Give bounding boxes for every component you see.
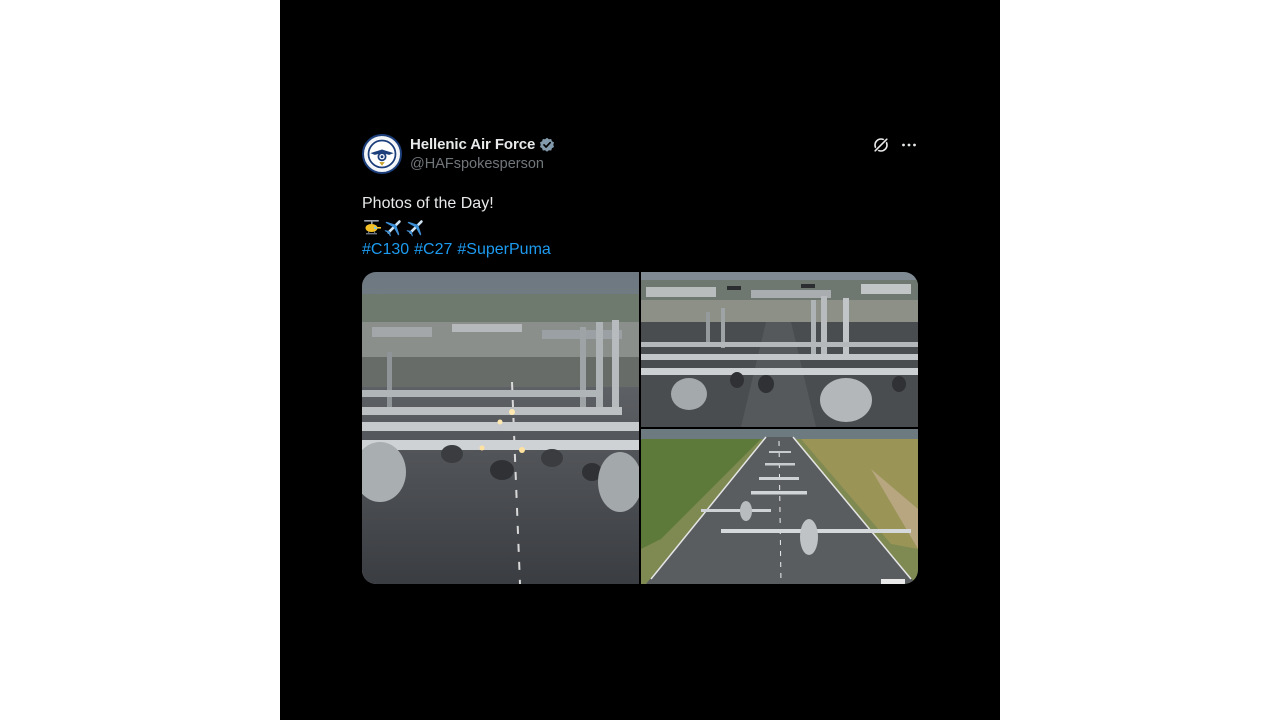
- hashtag-c27[interactable]: #C27: [414, 238, 452, 261]
- tweet-actions: [872, 136, 918, 154]
- video-frame: Hellenic Air Force @HAFspokesperson Phot…: [280, 0, 1000, 720]
- author-names: Hellenic Air Force @HAFspokesperson: [410, 136, 555, 172]
- photo-c130-elephant-walk-closeup-icon[interactable]: [362, 272, 639, 584]
- media-grid: [362, 272, 918, 584]
- display-name[interactable]: Hellenic Air Force: [410, 136, 535, 153]
- hashtag-c130[interactable]: #C130: [362, 238, 409, 261]
- emoji-row: [362, 215, 918, 238]
- hellenic-air-force-emblem-icon: [366, 138, 398, 170]
- tweet-body-line: Photos of the Day!: [362, 195, 494, 212]
- display-name-row: Hellenic Air Force: [410, 136, 555, 153]
- helicopter-emoji-icon: [362, 217, 382, 237]
- hashtag-superpuma[interactable]: #SuperPuma: [457, 238, 550, 261]
- photo-c130-lineup-runway-icon[interactable]: [641, 272, 918, 427]
- tweet-text: Photos of the Day! #C130 #C27 #SuperPuma: [362, 192, 918, 261]
- grok-icon[interactable]: [872, 136, 890, 154]
- photo-aerial-runway-lineup-icon[interactable]: [641, 429, 918, 584]
- airplane-emoji-icon: [384, 217, 404, 237]
- tweet-card: Hellenic Air Force @HAFspokesperson Phot…: [362, 134, 918, 584]
- verified-badge-icon[interactable]: [539, 137, 555, 153]
- hashtag-row: #C130 #C27 #SuperPuma: [362, 238, 918, 261]
- avatar[interactable]: [362, 134, 402, 174]
- author-handle[interactable]: @HAFspokesperson: [410, 156, 555, 172]
- tweet-header: Hellenic Air Force @HAFspokesperson: [362, 134, 918, 178]
- more-options-icon[interactable]: [900, 136, 918, 154]
- airplane-emoji-icon: [406, 217, 426, 237]
